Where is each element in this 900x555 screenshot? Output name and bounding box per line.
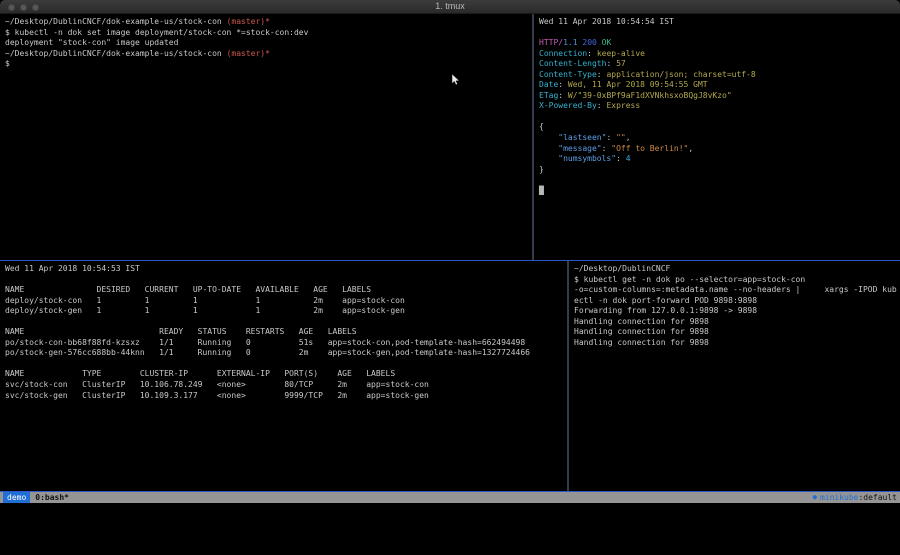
- terminal-line: $ kubectl get -n dok po --selector=app=s…: [574, 275, 895, 286]
- terminal-line: Forwarding from 127.0.0.1:9898 -> 9898: [574, 306, 895, 317]
- terminal-line: Wed 11 Apr 2018 10:54:54 IST: [539, 17, 895, 28]
- terminal-line: Handling connection for 9898: [574, 338, 895, 349]
- terminal-line: "numsymbols": 4: [539, 154, 895, 165]
- terminal-line: [539, 28, 895, 39]
- terminal-line: [5, 359, 562, 370]
- terminal-line: $ kubectl -n dok set image deployment/st…: [5, 28, 527, 39]
- kube-context-icon: ●: [813, 492, 817, 503]
- terminal-line: Date: Wed, 11 Apr 2018 09:54:55 GMT: [539, 80, 895, 91]
- kube-context-name: minikube: [820, 492, 859, 503]
- tmux-window-tab[interactable]: 0:bash*: [35, 492, 69, 503]
- pane-top-left-shell[interactable]: ~/Desktop/DublinCNCF/dok-example-us/stoc…: [0, 14, 532, 260]
- terminal-line: po/stock-gen-576cc688bb-44knn 1/1 Runnin…: [5, 348, 562, 359]
- tmux-status-bar: demo 0:bash* ● minikube :default: [0, 492, 900, 503]
- tmux-session-name: demo: [3, 492, 30, 503]
- terminal-line: X-Powered-By: Express: [539, 101, 895, 112]
- mouse-pointer-icon: [452, 74, 461, 86]
- terminal-line: NAME TYPE CLUSTER-IP EXTERNAL-IP PORT(S)…: [5, 369, 562, 380]
- terminal-line: deploy/stock-gen 1 1 1 1 2m app=stock-ge…: [5, 306, 562, 317]
- terminal-line: ectl -n dok port-forward POD 9898:9898: [574, 296, 895, 307]
- terminal-line: NAME READY STATUS RESTARTS AGE LABELS: [5, 327, 562, 338]
- terminal-line: ~/Desktop/DublinCNCF: [574, 264, 895, 275]
- kube-context-namespace: :default: [858, 492, 897, 503]
- terminal-line: {: [539, 122, 895, 133]
- terminal-line: $: [5, 59, 527, 70]
- terminal-line: Wed 11 Apr 2018 10:54:53 IST: [5, 264, 562, 275]
- terminal-line: deployment "stock-con" image updated: [5, 38, 527, 49]
- pane-top-right-http-response[interactable]: Wed 11 Apr 2018 10:54:54 IST HTTP/1.1 20…: [534, 14, 900, 260]
- terminal-line: [5, 317, 562, 328]
- terminal-line: svc/stock-gen ClusterIP 10.109.3.177 <no…: [5, 391, 562, 402]
- pane-bottom-right-port-forward[interactable]: ~/Desktop/DublinCNCF$ kubectl get -n dok…: [569, 261, 900, 491]
- terminal-line: █: [539, 186, 895, 197]
- terminal-line: [5, 275, 562, 286]
- terminal-line: Content-Length: 57: [539, 59, 895, 70]
- window-title: 1. tmux: [0, 1, 900, 11]
- terminal-line: po/stock-con-bb68f88fd-kzsxz 1/1 Running…: [5, 338, 562, 349]
- terminal-line: deploy/stock-con 1 1 1 1 2m app=stock-co…: [5, 296, 562, 307]
- window-titlebar[interactable]: 1. tmux: [0, 0, 900, 14]
- terminal-line: "lastseen": "",: [539, 133, 895, 144]
- terminal-line: NAME DESIRED CURRENT UP-TO-DATE AVAILABL…: [5, 285, 562, 296]
- pane-bottom-left-kubectl-watch[interactable]: Wed 11 Apr 2018 10:54:53 IST NAME DESIRE…: [0, 261, 567, 491]
- terminal-line: Handling connection for 9898: [574, 327, 895, 338]
- terminal-line: "message": "Off to Berlin!",: [539, 144, 895, 155]
- terminal-line: }: [539, 165, 895, 176]
- terminal-line: HTTP/1.1 200 OK: [539, 38, 895, 49]
- desktop-background: 1. tmux ~/Desktop/DublinCNCF/dok-example…: [0, 0, 900, 555]
- terminal-line: [539, 175, 895, 186]
- terminal-line: Handling connection for 9898: [574, 317, 895, 328]
- terminal-line: [539, 112, 895, 123]
- terminal-line: -o=custom-columns=:metadata.name --no-he…: [574, 285, 895, 296]
- terminal-line: ~/Desktop/DublinCNCF/dok-example-us/stoc…: [5, 17, 527, 28]
- terminal-line: Connection: keep-alive: [539, 49, 895, 60]
- terminal-line: ~/Desktop/DublinCNCF/dok-example-us/stoc…: [5, 49, 527, 60]
- terminal-line: ETag: W/"39-0xBPf9aF1dXVNkhsxoBQgJ8vKzo": [539, 91, 895, 102]
- terminal-line: svc/stock-con ClusterIP 10.106.78.249 <n…: [5, 380, 562, 391]
- terminal-window: 1. tmux ~/Desktop/DublinCNCF/dok-example…: [0, 0, 900, 503]
- terminal-line: Content-Type: application/json; charset=…: [539, 70, 895, 81]
